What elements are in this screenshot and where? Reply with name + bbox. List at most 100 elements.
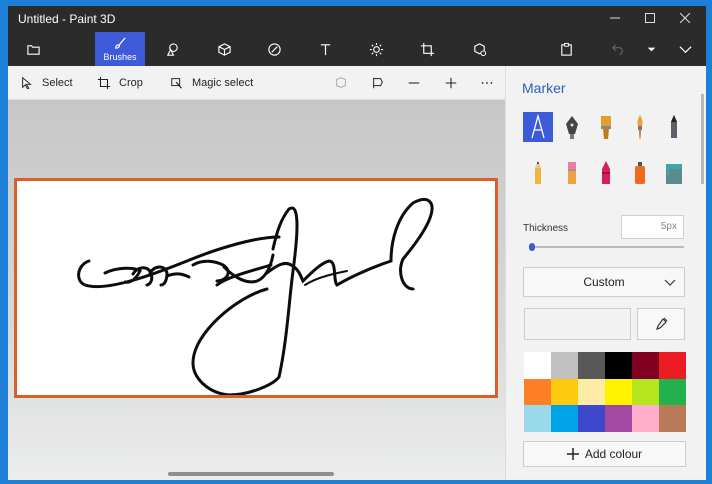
fill-bucket-icon xyxy=(666,164,682,184)
chevron-down-icon xyxy=(664,279,676,286)
colour-swatch[interactable] xyxy=(632,378,659,405)
magic-select-button[interactable]: Magic select xyxy=(170,66,253,100)
spray-can-brush[interactable] xyxy=(625,158,655,188)
pixel-pen-icon xyxy=(671,115,677,138)
crop-icon xyxy=(97,76,111,90)
stickers-button[interactable] xyxy=(249,32,299,66)
crop-label: Crop xyxy=(119,77,143,89)
thickness-input[interactable]: 5px xyxy=(621,215,684,239)
crop-canvas-icon xyxy=(420,42,434,56)
watercolor-brush-icon xyxy=(637,115,643,139)
3d-view-icon xyxy=(336,77,346,88)
2d-shapes-button[interactable] xyxy=(147,32,197,66)
expand-menu-button[interactable] xyxy=(668,32,702,66)
eraser-icon xyxy=(568,162,576,184)
text-button[interactable] xyxy=(300,32,350,66)
colour-swatch[interactable] xyxy=(659,405,686,432)
maximize-button[interactable] xyxy=(635,8,665,30)
crop-tool-button[interactable]: Crop xyxy=(97,66,143,100)
window-title: Untitled - Paint 3D xyxy=(18,12,116,26)
close-icon xyxy=(679,12,691,24)
fill-bucket-brush[interactable] xyxy=(659,158,689,188)
colour-swatch[interactable] xyxy=(578,378,605,405)
current-colour-swatch[interactable] xyxy=(524,308,631,340)
colour-swatch[interactable] xyxy=(551,352,578,379)
oil-brush[interactable] xyxy=(591,112,621,142)
folder-icon xyxy=(26,44,40,55)
cube-icon xyxy=(217,42,231,56)
flag-icon xyxy=(373,77,383,89)
thickness-label: Thickness xyxy=(523,223,569,234)
colour-swatch[interactable] xyxy=(524,405,551,432)
colour-swatch[interactable] xyxy=(551,378,578,405)
colour-swatch[interactable] xyxy=(659,352,686,379)
drawing-canvas[interactable] xyxy=(14,178,498,398)
minimize-button[interactable] xyxy=(600,8,630,30)
dropdown-value: Custom xyxy=(583,275,625,289)
3d-library-button[interactable] xyxy=(454,32,504,66)
pixel-pen-brush[interactable] xyxy=(659,112,689,142)
colour-swatch[interactable] xyxy=(605,378,632,405)
brush-icon xyxy=(114,37,126,49)
plus-icon xyxy=(445,77,457,89)
brushes-button[interactable]: Brushes xyxy=(95,32,145,66)
3d-view-button[interactable] xyxy=(334,66,348,100)
signature-drawing xyxy=(77,198,434,397)
close-button[interactable] xyxy=(670,8,700,30)
thickness-slider-thumb[interactable] xyxy=(529,243,535,251)
pencil-brush[interactable] xyxy=(523,158,553,188)
panel-title: Marker xyxy=(522,80,566,96)
colour-swatch[interactable] xyxy=(605,405,632,432)
colour-swatch[interactable] xyxy=(578,352,605,379)
flag-button[interactable] xyxy=(371,66,385,100)
colour-swatch[interactable] xyxy=(578,405,605,432)
magic-select-label: Magic select xyxy=(192,77,254,89)
horizontal-scrollbar[interactable] xyxy=(168,472,334,476)
paint3d-window: Untitled - Paint 3D Brushes Select Crop … xyxy=(8,6,706,480)
menu-button[interactable] xyxy=(8,32,58,66)
canvas-workspace[interactable] xyxy=(8,100,505,480)
zoom-in-button[interactable] xyxy=(444,66,458,100)
eraser-brush[interactable] xyxy=(557,158,587,188)
marker-brush[interactable] xyxy=(523,112,553,142)
undo-button[interactable] xyxy=(592,32,642,66)
history-dropdown-button[interactable] xyxy=(638,32,664,66)
colour-swatch[interactable] xyxy=(605,352,632,379)
colour-swatch[interactable] xyxy=(551,405,578,432)
crayon-brush[interactable] xyxy=(591,158,621,188)
calligraphy-pen-icon xyxy=(566,116,578,139)
canvas-button[interactable] xyxy=(402,32,452,66)
select-tool-button[interactable]: Select xyxy=(20,66,73,100)
minus-icon xyxy=(408,82,420,84)
main-toolbar: Brushes xyxy=(8,32,706,66)
eyedropper-button[interactable] xyxy=(637,308,685,340)
chevron-down-icon xyxy=(678,45,692,53)
oil-brush-icon xyxy=(601,116,611,139)
brushes-label: Brushes xyxy=(103,52,137,62)
colour-swatch[interactable] xyxy=(632,405,659,432)
colour-swatch[interactable] xyxy=(632,352,659,379)
effects-sun-icon xyxy=(369,42,383,56)
text-icon xyxy=(320,43,330,55)
plus-icon xyxy=(566,448,579,460)
select-label: Select xyxy=(42,77,73,89)
colour-swatch[interactable] xyxy=(659,378,686,405)
zoom-out-button[interactable] xyxy=(407,66,421,100)
paste-button[interactable] xyxy=(541,32,591,66)
library-3d-icon xyxy=(473,42,486,56)
opacity-dropdown[interactable]: Custom xyxy=(523,267,685,297)
3d-shapes-button[interactable] xyxy=(199,32,249,66)
panel-scrollbar[interactable] xyxy=(701,94,704,184)
marker-icon xyxy=(531,114,545,139)
more-options-button[interactable] xyxy=(480,66,494,100)
effects-button[interactable] xyxy=(351,32,401,66)
colour-swatch[interactable] xyxy=(524,352,551,379)
calligraphy-pen-brush[interactable] xyxy=(557,112,587,142)
caret-down-icon xyxy=(647,47,655,51)
cursor-arrow-icon xyxy=(22,76,32,90)
thickness-slider[interactable] xyxy=(529,243,684,251)
colour-swatch[interactable] xyxy=(524,378,551,405)
watercolor-brush[interactable] xyxy=(625,112,655,142)
add-colour-button[interactable]: Add colour xyxy=(523,441,686,467)
pencil-icon xyxy=(535,161,541,184)
